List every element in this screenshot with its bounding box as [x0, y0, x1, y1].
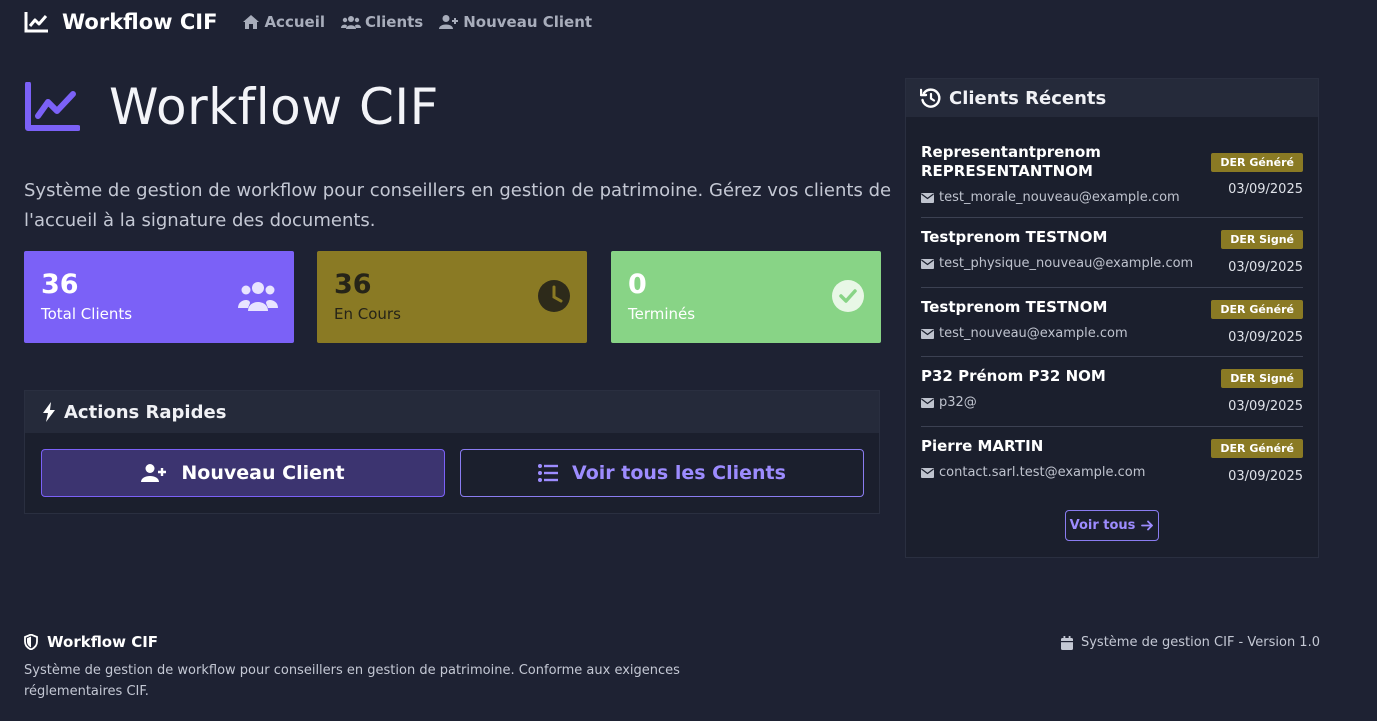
client-date: 03/09/2025 [1228, 399, 1303, 414]
users-icon [238, 282, 278, 311]
footer-title: Workflow CIF [24, 633, 158, 651]
nav-link-label: Clients [364, 13, 424, 31]
chart-line-icon [24, 12, 48, 33]
check-circle-icon [832, 280, 864, 312]
status-badge: DER Généré [1211, 300, 1303, 319]
nav-link-clients[interactable]: Clients [340, 13, 424, 31]
shield-icon [24, 634, 38, 650]
envelope-icon [921, 467, 934, 478]
page-title: Workflow CIF [109, 78, 439, 136]
status-badge: DER Signé [1221, 230, 1303, 249]
stat-label: Terminés [628, 305, 696, 323]
new-client-label: Nouveau Client [181, 462, 345, 484]
quick-actions-panel: Actions Rapides Nouveau Client Voir tous… [24, 390, 880, 514]
footer-version-label: Système de gestion CIF - Version 1.0 [1080, 635, 1320, 650]
hero-description: Système de gestion de workflow pour cons… [24, 180, 892, 231]
footer-title-label: Workflow CIF [47, 633, 159, 651]
client-email: test_nouveau@example.com [921, 326, 1128, 341]
client-date: 03/09/2025 [1228, 182, 1303, 197]
nav-links: Accueil Clients Nouveau Client [242, 13, 608, 31]
client-list-item[interactable]: Representantprenom REPRESENTANTNOM test_… [921, 143, 1303, 218]
calendar-icon [1060, 635, 1073, 650]
clock-icon [538, 280, 570, 312]
client-list-item[interactable]: Pierre MARTIN contact.sarl.test@example.… [921, 437, 1303, 495]
client-email-text: test_morale_nouveau@example.com [939, 190, 1180, 205]
client-date: 03/09/2025 [1228, 469, 1303, 484]
client-email-text: contact.sarl.test@example.com [939, 465, 1146, 480]
client-list-item[interactable]: Testprenom TESTNOM test_nouveau@example.… [921, 298, 1303, 357]
recent-clients-title: Clients Récents [949, 87, 1107, 109]
client-date: 03/09/2025 [1228, 260, 1303, 275]
new-client-button[interactable]: Nouveau Client [41, 449, 445, 497]
stat-value: 36 [334, 269, 372, 300]
list-icon [538, 464, 559, 482]
client-email: contact.sarl.test@example.com [921, 465, 1145, 480]
quick-actions-title: Actions Rapides [64, 401, 227, 423]
client-name: Testprenom TESTNOM [921, 298, 1108, 316]
envelope-icon [921, 328, 934, 339]
bolt-icon [43, 402, 55, 422]
client-email-text: test_physique_nouveau@example.com [939, 256, 1194, 271]
nav-link-accueil[interactable]: Accueil [242, 13, 325, 31]
stat-card-en-cours: 36 En Cours [317, 251, 587, 343]
chart-line-icon [25, 82, 80, 131]
stat-card-termines: 0 Terminés [611, 251, 881, 343]
navbar: Workflow CIF Accueil Clients Nouveau Cli… [24, 8, 608, 36]
client-email: test_morale_nouveau@example.com [921, 190, 1180, 205]
footer-description: Système de gestion de workflow pour cons… [24, 663, 680, 699]
recent-clients-panel: Clients Récents Representantprenom REPRE… [905, 78, 1319, 558]
view-all-clients-button[interactable]: Voir tous les Clients [460, 449, 864, 497]
client-list-item[interactable]: P32 Prénom P32 NOM p32@ DER Signé 03/09/… [921, 367, 1303, 427]
envelope-icon [921, 192, 934, 203]
client-name: Pierre MARTIN [921, 437, 1044, 455]
status-badge: DER Généré [1211, 153, 1303, 172]
client-email-text: test_nouveau@example.com [939, 326, 1128, 341]
nav-link-nouveau-client[interactable]: Nouveau Client [439, 13, 592, 31]
nav-link-label: Accueil [264, 13, 325, 31]
view-all-clients-label: Voir tous les Clients [572, 462, 786, 484]
user-plus-icon [439, 15, 459, 29]
envelope-icon [921, 258, 934, 269]
stat-label: En Cours [334, 305, 401, 323]
view-all-label: Voir tous [1069, 518, 1136, 533]
envelope-icon [921, 397, 934, 408]
brand-label: Workflow CIF [62, 10, 218, 34]
users-icon [340, 16, 361, 29]
status-badge: DER Signé [1221, 369, 1303, 388]
client-name: P32 Prénom P32 NOM [921, 367, 1106, 385]
client-email-text: p32@ [939, 395, 977, 410]
nav-link-label: Nouveau Client [463, 13, 593, 31]
user-plus-icon [141, 464, 167, 482]
client-email: p32@ [921, 395, 977, 410]
client-email: test_physique_nouveau@example.com [921, 256, 1193, 271]
hero-title: Workflow CIF [24, 78, 439, 136]
view-all-button[interactable]: Voir tous [1065, 510, 1159, 541]
client-name: Testprenom TESTNOM [921, 228, 1108, 246]
stat-card-total-clients: 36 Total Clients [24, 251, 294, 343]
stat-value: 0 [628, 269, 647, 300]
client-name: Representantprenom REPRESENTANTNOM [921, 143, 1101, 180]
client-list-item[interactable]: Testprenom TESTNOM test_physique_nouveau… [921, 228, 1303, 288]
status-badge: DER Généré [1211, 439, 1303, 458]
history-icon [920, 88, 941, 108]
recent-clients-header: Clients Récents [906, 79, 1318, 117]
client-date: 03/09/2025 [1228, 330, 1303, 345]
arrow-right-icon [1141, 520, 1154, 531]
home-icon [243, 15, 260, 29]
quick-actions-header: Actions Rapides [25, 391, 879, 433]
brand[interactable]: Workflow CIF [24, 10, 217, 34]
footer-version: Système de gestion CIF - Version 1.0 [1060, 635, 1320, 650]
